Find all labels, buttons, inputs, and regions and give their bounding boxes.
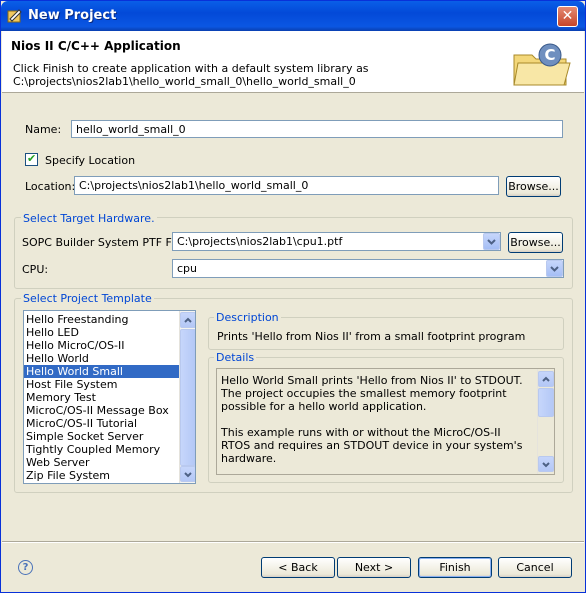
- template-list-item[interactable]: Hello LED: [24, 326, 179, 339]
- next-button[interactable]: Next >: [337, 557, 411, 578]
- specify-location-checkbox[interactable]: ✔: [25, 152, 38, 166]
- wizard-banner: Nios II C/C++ Application Click Finish t…: [2, 31, 584, 93]
- back-button[interactable]: < Back: [261, 557, 335, 578]
- banner-description-line2: C:\projects\nios2lab1\hello_world_small_…: [13, 75, 356, 88]
- cpu-value: cpu: [177, 262, 198, 275]
- help-icon[interactable]: ?: [18, 560, 33, 575]
- location-browse-button[interactable]: Browse...: [506, 176, 561, 197]
- target-hardware-title: Select Target Hardware.: [21, 212, 157, 225]
- project-folder-icon: C: [513, 43, 571, 86]
- svg-text:C: C: [544, 46, 555, 64]
- template-list-item[interactable]: Hello MicroC/OS-II: [24, 339, 179, 352]
- template-list-item[interactable]: MicroC/OS-II Tutorial: [24, 417, 179, 430]
- template-list-item[interactable]: Simple Socket Server: [24, 430, 179, 443]
- details-scroll-thumb[interactable]: [538, 388, 554, 417]
- cpu-dropdown-button[interactable]: [546, 260, 563, 277]
- scroll-down-button[interactable]: [180, 466, 195, 482]
- details-title: Details: [214, 351, 257, 364]
- banner-title: Nios II C/C++ Application: [11, 39, 181, 53]
- scroll-up-button[interactable]: [180, 312, 195, 328]
- close-icon: ✕: [561, 8, 574, 24]
- cpu-label: CPU:: [22, 263, 49, 276]
- finish-button[interactable]: Finish: [418, 557, 492, 578]
- banner-description: Click Finish to create application with …: [13, 62, 369, 88]
- template-list-scrollbar[interactable]: [179, 311, 195, 483]
- window-title: New Project: [28, 8, 117, 23]
- cpu-combo[interactable]: cpu: [172, 259, 564, 278]
- chevron-down-icon: [542, 462, 550, 468]
- details-textarea[interactable]: Hello World Small prints 'Hello from Nio…: [216, 368, 555, 475]
- template-listbox[interactable]: Hello Freestanding Hello LED Hello MicroC/…: [23, 310, 196, 484]
- template-list-item[interactable]: Tightly Coupled Memory: [24, 443, 179, 456]
- scroll-thumb[interactable]: [180, 329, 195, 466]
- description-text: Prints 'Hello from Nios II' from a small…: [217, 330, 526, 343]
- details-scroll-down-button[interactable]: [538, 456, 554, 472]
- wizard-icon: [7, 9, 22, 23]
- banner-description-line1: Click Finish to create application with …: [13, 62, 369, 75]
- cancel-button[interactable]: Cancel: [498, 557, 572, 578]
- name-label: Name:: [25, 123, 62, 136]
- target-hardware-group: [14, 217, 573, 289]
- template-list-item[interactable]: Hello World Small: [24, 365, 179, 378]
- chevron-down-icon: [184, 472, 192, 478]
- details-paragraph-2: This example runs with or without the Mi…: [221, 426, 523, 465]
- details-text: Hello World Small prints 'Hello from Nio…: [221, 374, 531, 465]
- project-template-title: Select Project Template: [21, 292, 154, 305]
- ptf-file-value: C:\projects\nios2lab1\cpu1.ptf: [177, 235, 343, 248]
- ptf-file-label: SOPC Builder System PTF File:: [22, 236, 188, 249]
- details-paragraph-1: Hello World Small prints 'Hello from Nio…: [221, 374, 523, 413]
- description-title: Description: [214, 311, 281, 324]
- template-list: Hello Freestanding Hello LED Hello MicroC/…: [24, 313, 179, 482]
- ptf-dropdown-button[interactable]: [483, 233, 500, 250]
- details-scroll-up-button[interactable]: [538, 371, 554, 387]
- location-input[interactable]: C:\projects\nios2lab1\hello_world_small_…: [74, 176, 499, 195]
- template-list-item[interactable]: Memory Test: [24, 391, 179, 404]
- ptf-file-combo[interactable]: C:\projects\nios2lab1\cpu1.ptf: [172, 232, 501, 251]
- name-input[interactable]: hello_world_small_0: [71, 120, 563, 138]
- template-list-item[interactable]: Web Server: [24, 456, 179, 469]
- template-list-item[interactable]: Hello Freestanding: [24, 313, 179, 326]
- new-project-dialog: New Project ✕ Nios II C/C++ Application …: [0, 0, 586, 593]
- details-scrollbar[interactable]: [537, 369, 554, 474]
- specify-location-label: Specify Location: [45, 154, 136, 167]
- template-list-item[interactable]: Host File System: [24, 378, 179, 391]
- title-bar[interactable]: New Project ✕: [1, 1, 585, 31]
- ptf-browse-button[interactable]: Browse...: [508, 232, 563, 253]
- location-label: Location:: [25, 180, 76, 193]
- template-list-item[interactable]: MicroC/OS-II Message Box: [24, 404, 179, 417]
- chevron-up-icon: [184, 317, 192, 323]
- checkmark-icon: ✔: [27, 152, 37, 165]
- template-list-item[interactable]: Hello World: [24, 352, 179, 365]
- template-list-item[interactable]: Zip File System: [24, 469, 179, 482]
- chevron-down-icon: [487, 239, 496, 245]
- close-button[interactable]: ✕: [557, 6, 578, 27]
- footer-separator: [2, 541, 584, 543]
- chevron-down-icon: [550, 266, 559, 272]
- chevron-up-icon: [542, 376, 550, 382]
